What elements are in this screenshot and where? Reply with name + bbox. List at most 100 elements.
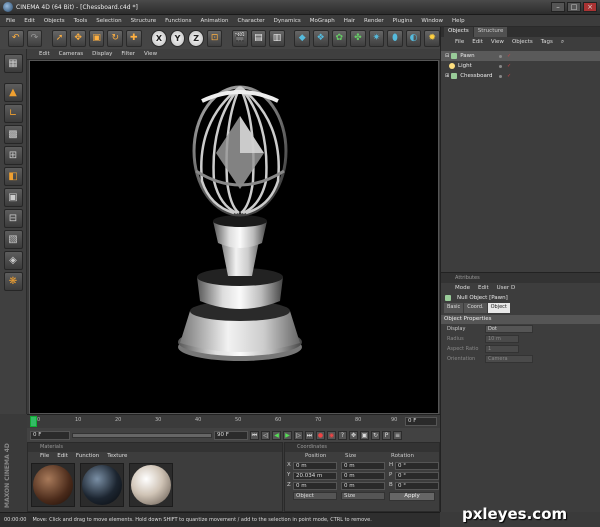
move-icon[interactable]: ✥ — [70, 29, 86, 47]
menu-help[interactable]: Help — [452, 18, 465, 24]
scale-key-icon[interactable]: ▣ — [360, 430, 369, 440]
cube-primitive-icon[interactable]: ◆ — [294, 29, 310, 47]
position-y-field[interactable]: 20.034 m — [293, 472, 337, 480]
visibility-dots[interactable] — [499, 74, 502, 78]
recent-tool-icon[interactable]: ✚ — [126, 29, 142, 47]
light-icon[interactable]: ✹ — [424, 29, 440, 47]
edge-mode-icon[interactable]: ◧ — [3, 167, 23, 186]
current-frame-field[interactable]: 0 F — [405, 417, 437, 426]
x-axis-lock-button[interactable]: X — [151, 29, 167, 47]
visibility-dots[interactable] — [499, 54, 502, 58]
aspect-ratio-field[interactable]: 1 — [485, 345, 519, 353]
coordinate-system-icon[interactable]: ⊡ — [206, 29, 223, 47]
rotation-h-field[interactable]: 0 ° — [395, 462, 439, 470]
snap-icon[interactable]: ◈ — [3, 251, 23, 270]
menu-render[interactable]: Render — [364, 18, 384, 24]
menu-edit[interactable]: Edit — [24, 18, 35, 24]
axis-mode-icon[interactable]: ⊟ — [3, 209, 23, 228]
tab-basic[interactable]: Basic — [444, 303, 464, 313]
material-swatch-light-marble[interactable] — [129, 463, 173, 507]
size-x-field[interactable]: 0 m — [341, 462, 385, 470]
rotation-b-field[interactable]: 0 ° — [395, 482, 439, 490]
enable-check-icon[interactable]: ✓ — [507, 53, 511, 59]
scale-icon[interactable]: ▣ — [88, 29, 105, 47]
om-menu-edit[interactable]: Edit — [472, 37, 483, 47]
keyframe-selection-icon[interactable]: ? — [338, 430, 347, 440]
nurbs-icon[interactable]: ✿ — [331, 29, 348, 47]
rotate-icon[interactable]: ↻ — [107, 29, 123, 47]
position-x-field[interactable]: 0 m — [293, 462, 337, 470]
undo-icon[interactable]: ↶ — [8, 29, 24, 47]
go-to-end-icon[interactable]: ⏭ — [305, 430, 314, 440]
visibility-dots[interactable] — [499, 64, 502, 68]
om-search-icon[interactable]: ⌕ — [561, 37, 564, 47]
menu-functions[interactable]: Functions — [165, 18, 191, 24]
menu-file[interactable]: File — [6, 18, 15, 24]
preview-range-slider[interactable] — [72, 432, 212, 438]
coord-size-mode-select[interactable]: Size — [341, 492, 385, 500]
end-frame-field[interactable]: 90 F — [214, 430, 248, 440]
viewport-menu-cameras[interactable]: Cameras — [59, 51, 83, 57]
tab-object[interactable]: Object — [487, 303, 510, 313]
deformer-icon[interactable]: ✷ — [368, 29, 385, 47]
size-y-field[interactable]: 0 m — [341, 472, 385, 480]
viewport-menu-view[interactable]: View — [144, 51, 157, 57]
render-settings-icon[interactable]: ▥ — [269, 29, 285, 47]
viewport-menu-filter[interactable]: Filter — [121, 51, 135, 57]
menu-hair[interactable]: Hair — [344, 18, 355, 24]
coord-mode-select[interactable]: Object — [293, 492, 337, 500]
layout-icon[interactable]: ❋ — [3, 272, 23, 291]
am-menu-user-data[interactable]: User D — [497, 283, 516, 293]
rotation-key-icon[interactable]: ↻ — [371, 430, 380, 440]
prev-key-icon[interactable]: ◁ — [261, 430, 270, 440]
tab-coord[interactable]: Coord. — [464, 303, 487, 313]
radius-field[interactable]: 10 m — [485, 335, 519, 343]
menu-structure[interactable]: Structure — [131, 18, 157, 24]
maximize-button[interactable]: □ — [567, 2, 581, 12]
materials-menu-function[interactable]: Function — [76, 452, 99, 461]
tree-item-chessboard[interactable]: ⊞ Chessboard ✓ — [441, 71, 600, 81]
texture-mode-icon[interactable]: ∟ — [3, 104, 23, 123]
model-mode-icon[interactable]: ▲ — [3, 83, 23, 102]
param-key-icon[interactable]: P — [382, 430, 391, 440]
expand-icon[interactable]: ⊞ — [445, 73, 449, 79]
tree-item-pawn[interactable]: ⊟ Pawn ✓ — [441, 51, 600, 61]
material-swatch-dark-glass[interactable] — [80, 463, 124, 507]
om-menu-file[interactable]: File — [455, 37, 464, 47]
make-editable-icon[interactable]: ▦ — [3, 54, 23, 73]
expand-icon[interactable]: ⊟ — [445, 53, 449, 59]
viewport-menu-display[interactable]: Display — [92, 51, 112, 57]
next-key-icon[interactable]: ▷ — [294, 430, 303, 440]
start-frame-field[interactable]: 0 F — [30, 430, 70, 440]
am-menu-edit[interactable]: Edit — [478, 283, 489, 293]
subdivision-icon[interactable]: ❖ — [312, 29, 329, 47]
camera-icon[interactable]: ◐ — [405, 29, 422, 47]
play-forward-icon[interactable]: ▶ — [283, 430, 292, 440]
menu-tools[interactable]: Tools — [74, 18, 88, 24]
menu-plugins[interactable]: Plugins — [393, 18, 413, 24]
polygon-mode-icon[interactable]: ▣ — [3, 188, 23, 207]
size-z-field[interactable]: 0 m — [341, 482, 385, 490]
om-menu-view[interactable]: View — [491, 37, 504, 47]
apply-button[interactable]: Apply — [389, 492, 435, 501]
am-menu-mode[interactable]: Mode — [455, 283, 470, 293]
3d-viewport[interactable] — [29, 60, 439, 414]
autokey-icon[interactable]: ◉ — [327, 430, 336, 440]
display-select[interactable]: Dot — [485, 325, 533, 333]
tweak-mode-icon[interactable]: ▧ — [3, 230, 23, 249]
menu-dynamics[interactable]: Dynamics — [274, 18, 301, 24]
y-axis-lock-button[interactable]: Y — [169, 29, 186, 47]
scene-icon[interactable]: ⬮ — [387, 29, 403, 47]
timeline-menu-icon[interactable]: ≡ — [393, 430, 402, 440]
close-button[interactable]: × — [583, 2, 597, 12]
viewport-menu-edit[interactable]: Edit — [39, 51, 50, 57]
record-icon[interactable]: ● — [316, 430, 325, 440]
menu-objects[interactable]: Objects — [44, 18, 65, 24]
orientation-select[interactable]: Camera — [485, 355, 533, 363]
material-swatch-dark-wood[interactable] — [31, 463, 75, 507]
om-menu-tags[interactable]: Tags — [541, 37, 553, 47]
workplane-icon[interactable]: ▩ — [3, 125, 23, 144]
om-menu-objects[interactable]: Objects — [512, 37, 533, 47]
redo-icon[interactable]: ↷ — [26, 29, 43, 47]
menu-character[interactable]: Character — [237, 18, 264, 24]
